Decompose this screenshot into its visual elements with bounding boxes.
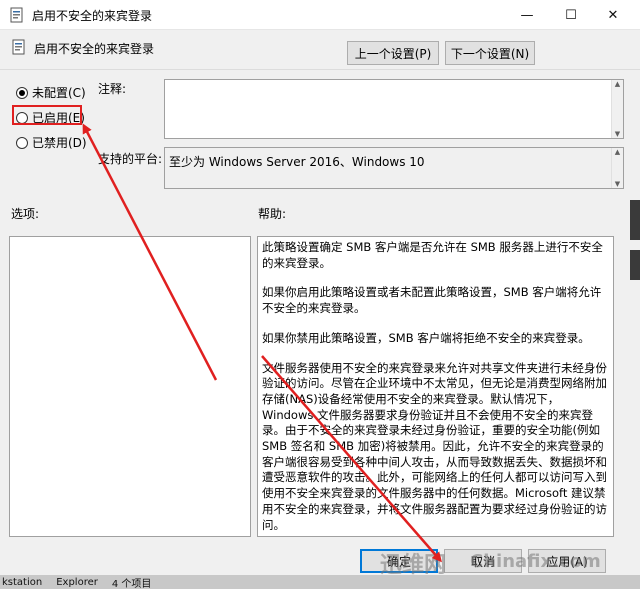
scroll-down-icon[interactable]: ▼	[615, 130, 620, 138]
scroll-up-icon[interactable]: ▲	[615, 148, 620, 156]
help-paragraph: 如果你启用此策略设置或者未配置此策略设置，SMB 客户端将允许不安全的来宾登录。	[262, 285, 602, 316]
supported-platforms-value: 至少为 Windows Server 2016、Windows 10	[169, 155, 425, 169]
help-paragraph: 此策略设置确定 SMB 客户端是否允许在 SMB 服务器上进行不安全的来宾登录。	[262, 240, 603, 270]
policy-setting-icon	[12, 39, 25, 55]
help-label: 帮助:	[258, 207, 287, 221]
window-title: 启用不安全的来宾登录	[32, 9, 153, 23]
close-button[interactable]: ✕	[590, 0, 636, 30]
minimize-icon: —	[520, 7, 534, 23]
taskbar-item: 4 个项目	[111, 578, 152, 589]
radio-not-configured-circle[interactable]	[16, 86, 28, 99]
help-paragraph: 如果你禁用此策略设置，SMB 客户端将拒绝不安全的来宾登录。	[262, 330, 590, 345]
policy-icon	[10, 7, 23, 23]
radio-not-configured-label: 未配置(C)	[32, 86, 86, 100]
radio-disabled-circle[interactable]	[16, 136, 28, 149]
header-separator	[0, 69, 640, 70]
annotation-highlight-box	[12, 105, 82, 125]
scroll-up-icon[interactable]: ▲	[615, 80, 620, 88]
taskbar: kstation Explorer 4 个项目	[0, 575, 640, 589]
comment-scrollbar[interactable]: ▲ ▼	[611, 80, 623, 138]
supported-label: 支持的平台:	[98, 152, 163, 166]
previous-setting-button[interactable]: 上一个设置(P)	[347, 41, 439, 65]
desktop-edge	[630, 200, 640, 240]
help-paragraph: 文件服务器使用不安全的来宾登录来允许对共享文件夹进行未经身份验证的访问。尽管在企…	[262, 360, 607, 532]
help-panel: 此策略设置确定 SMB 客户端是否允许在 SMB 服务器上进行不安全的来宾登录。…	[257, 236, 614, 537]
policy-name: 启用不安全的来宾登录	[34, 42, 155, 56]
comment-label: 注释:	[98, 82, 127, 96]
maximize-icon: ☐	[565, 7, 577, 23]
radio-disabled[interactable]: 已禁用(D)	[16, 134, 87, 151]
options-panel	[9, 236, 251, 537]
next-setting-button[interactable]: 下一个设置(N)	[445, 41, 535, 65]
radio-disabled-label: 已禁用(D)	[32, 136, 87, 150]
radio-not-configured[interactable]: 未配置(C)	[16, 84, 86, 101]
taskbar-item[interactable]: kstation	[2, 577, 42, 588]
desktop-edge	[630, 250, 640, 280]
options-label: 选项:	[11, 207, 40, 221]
supported-scrollbar[interactable]: ▲ ▼	[611, 148, 623, 188]
maximize-button[interactable]: ☐	[548, 0, 594, 30]
taskbar-item[interactable]: Explorer	[56, 577, 98, 588]
watermark-en: Chinafix.com	[470, 551, 601, 572]
comment-textarea[interactable]: ▲ ▼	[164, 79, 624, 139]
scroll-down-icon[interactable]: ▼	[615, 180, 620, 188]
supported-platforms-field: 至少为 Windows Server 2016、Windows 10 ▲ ▼	[164, 147, 624, 189]
minimize-button[interactable]: —	[504, 0, 550, 30]
close-icon: ✕	[607, 7, 619, 23]
